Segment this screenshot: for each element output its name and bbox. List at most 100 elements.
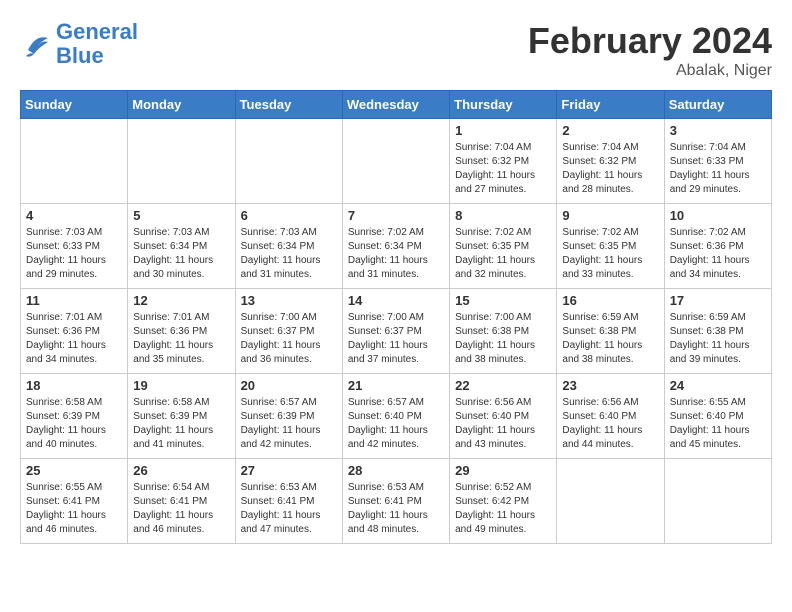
day-number: 13 [241, 293, 337, 308]
month-title: February 2024 [528, 20, 772, 62]
calendar-day: 2 Sunrise: 7:04 AMSunset: 6:32 PMDaylight… [557, 119, 664, 204]
day-number: 21 [348, 378, 444, 393]
day-info: Sunrise: 7:03 AMSunset: 6:34 PMDaylight:… [241, 226, 337, 282]
calendar-day: 14 Sunrise: 7:00 AMSunset: 6:37 PMDayligh… [342, 289, 449, 374]
day-info: Sunrise: 6:53 AMSunset: 6:41 PMDaylight:… [348, 481, 444, 537]
day-info: Sunrise: 6:59 AMSunset: 6:38 PMDaylight:… [670, 311, 766, 367]
calendar-day [664, 459, 771, 544]
calendar-day [21, 119, 128, 204]
day-number: 29 [455, 463, 551, 478]
calendar-day: 11Sunrise: 7:01 AMSunset: 6:36 PMDayligh… [21, 289, 128, 374]
day-number: 22 [455, 378, 551, 393]
calendar-day: 19 Sunrise: 6:58 AMSunset: 6:39 PMDayligh… [128, 374, 235, 459]
column-header-tuesday: Tuesday [235, 91, 342, 119]
calendar-day [342, 119, 449, 204]
day-info: Sunrise: 7:00 AMSunset: 6:38 PMDaylight:… [455, 311, 551, 367]
day-number: 25 [26, 463, 122, 478]
calendar-day [235, 119, 342, 204]
day-number: 23 [562, 378, 658, 393]
day-info: Sunrise: 7:02 AMSunset: 6:34 PMDaylight:… [348, 226, 444, 282]
day-info: Sunrise: 7:04 AMSunset: 6:32 PMDaylight:… [455, 141, 551, 197]
calendar-day [557, 459, 664, 544]
day-number: 19 [133, 378, 229, 393]
day-number: 5 [133, 208, 229, 223]
day-number: 8 [455, 208, 551, 223]
day-info: Sunrise: 6:53 AMSunset: 6:41 PMDaylight:… [241, 481, 337, 537]
day-number: 10 [670, 208, 766, 223]
page-header: General Blue February 2024 Abalak, Niger [20, 20, 772, 80]
day-info: Sunrise: 6:59 AMSunset: 6:38 PMDaylight:… [562, 311, 658, 367]
day-number: 7 [348, 208, 444, 223]
logo-text: General Blue [56, 20, 138, 68]
day-info: Sunrise: 7:04 AMSunset: 6:32 PMDaylight:… [562, 141, 658, 197]
day-number: 1 [455, 123, 551, 138]
calendar-day [128, 119, 235, 204]
column-header-saturday: Saturday [664, 91, 771, 119]
day-header-row: SundayMondayTuesdayWednesdayThursdayFrid… [21, 91, 772, 119]
calendar-day: 1 Sunrise: 7:04 AMSunset: 6:32 PMDaylight… [450, 119, 557, 204]
day-number: 15 [455, 293, 551, 308]
day-info: Sunrise: 6:52 AMSunset: 6:42 PMDaylight:… [455, 481, 551, 537]
day-info: Sunrise: 7:00 AMSunset: 6:37 PMDaylight:… [241, 311, 337, 367]
week-row: 11Sunrise: 7:01 AMSunset: 6:36 PMDayligh… [21, 289, 772, 374]
day-number: 27 [241, 463, 337, 478]
day-info: Sunrise: 7:03 AMSunset: 6:33 PMDaylight:… [26, 226, 122, 282]
calendar-day: 23Sunrise: 6:56 AMSunset: 6:40 PMDayligh… [557, 374, 664, 459]
week-row: 1 Sunrise: 7:04 AMSunset: 6:32 PMDaylight… [21, 119, 772, 204]
calendar-day: 29 Sunrise: 6:52 AMSunset: 6:42 PMDayligh… [450, 459, 557, 544]
calendar-day: 26 Sunrise: 6:54 AMSunset: 6:41 PMDayligh… [128, 459, 235, 544]
day-info: Sunrise: 6:55 AMSunset: 6:40 PMDaylight:… [670, 396, 766, 452]
calendar-day: 21 Sunrise: 6:57 AMSunset: 6:40 PMDayligh… [342, 374, 449, 459]
day-info: Sunrise: 7:02 AMSunset: 6:36 PMDaylight:… [670, 226, 766, 282]
calendar-day: 13 Sunrise: 7:00 AMSunset: 6:37 PMDayligh… [235, 289, 342, 374]
location: Abalak, Niger [528, 62, 772, 80]
day-info: Sunrise: 6:58 AMSunset: 6:39 PMDaylight:… [133, 396, 229, 452]
calendar-day: 9Sunrise: 7:02 AMSunset: 6:35 PMDaylight… [557, 204, 664, 289]
calendar-day: 12 Sunrise: 7:01 AMSunset: 6:36 PMDayligh… [128, 289, 235, 374]
day-number: 17 [670, 293, 766, 308]
calendar-day: 16 Sunrise: 6:59 AMSunset: 6:38 PMDayligh… [557, 289, 664, 374]
column-header-wednesday: Wednesday [342, 91, 449, 119]
calendar-day: 17 Sunrise: 6:59 AMSunset: 6:38 PMDayligh… [664, 289, 771, 374]
day-info: Sunrise: 6:54 AMSunset: 6:41 PMDaylight:… [133, 481, 229, 537]
day-info: Sunrise: 6:58 AMSunset: 6:39 PMDaylight:… [26, 396, 122, 452]
calendar-day: 25 Sunrise: 6:55 AMSunset: 6:41 PMDayligh… [21, 459, 128, 544]
logo-general: General [56, 19, 138, 44]
column-header-friday: Friday [557, 91, 664, 119]
day-info: Sunrise: 6:55 AMSunset: 6:41 PMDaylight:… [26, 481, 122, 537]
day-number: 14 [348, 293, 444, 308]
day-info: Sunrise: 7:02 AMSunset: 6:35 PMDaylight:… [562, 226, 658, 282]
week-row: 4Sunrise: 7:03 AMSunset: 6:33 PMDaylight… [21, 204, 772, 289]
day-info: Sunrise: 6:57 AMSunset: 6:40 PMDaylight:… [348, 396, 444, 452]
day-number: 6 [241, 208, 337, 223]
day-number: 24 [670, 378, 766, 393]
calendar-table: SundayMondayTuesdayWednesdayThursdayFrid… [20, 90, 772, 544]
calendar-day: 5 Sunrise: 7:03 AMSunset: 6:34 PMDaylight… [128, 204, 235, 289]
calendar-day: 18 Sunrise: 6:58 AMSunset: 6:39 PMDayligh… [21, 374, 128, 459]
day-number: 26 [133, 463, 229, 478]
day-info: Sunrise: 7:00 AMSunset: 6:37 PMDaylight:… [348, 311, 444, 367]
calendar-day: 15 Sunrise: 7:00 AMSunset: 6:38 PMDayligh… [450, 289, 557, 374]
day-info: Sunrise: 6:57 AMSunset: 6:39 PMDaylight:… [241, 396, 337, 452]
day-number: 18 [26, 378, 122, 393]
day-number: 2 [562, 123, 658, 138]
day-number: 16 [562, 293, 658, 308]
logo-blue: Blue [56, 44, 138, 68]
calendar-day: 28 Sunrise: 6:53 AMSunset: 6:41 PMDayligh… [342, 459, 449, 544]
day-number: 12 [133, 293, 229, 308]
calendar-day: 8 Sunrise: 7:02 AMSunset: 6:35 PMDaylight… [450, 204, 557, 289]
logo-icon [20, 30, 52, 58]
column-header-monday: Monday [128, 91, 235, 119]
calendar-day: 27 Sunrise: 6:53 AMSunset: 6:41 PMDayligh… [235, 459, 342, 544]
day-info: Sunrise: 7:01 AMSunset: 6:36 PMDaylight:… [133, 311, 229, 367]
calendar-day: 7 Sunrise: 7:02 AMSunset: 6:34 PMDaylight… [342, 204, 449, 289]
day-info: Sunrise: 7:02 AMSunset: 6:35 PMDaylight:… [455, 226, 551, 282]
day-info: Sunrise: 7:04 AMSunset: 6:33 PMDaylight:… [670, 141, 766, 197]
calendar-day: 20Sunrise: 6:57 AMSunset: 6:39 PMDayligh… [235, 374, 342, 459]
day-info: Sunrise: 7:03 AMSunset: 6:34 PMDaylight:… [133, 226, 229, 282]
day-info: Sunrise: 7:01 AMSunset: 6:36 PMDaylight:… [26, 311, 122, 367]
calendar-day: 3Sunrise: 7:04 AMSunset: 6:33 PMDaylight… [664, 119, 771, 204]
calendar-day: 4Sunrise: 7:03 AMSunset: 6:33 PMDaylight… [21, 204, 128, 289]
day-number: 28 [348, 463, 444, 478]
week-row: 25 Sunrise: 6:55 AMSunset: 6:41 PMDayligh… [21, 459, 772, 544]
